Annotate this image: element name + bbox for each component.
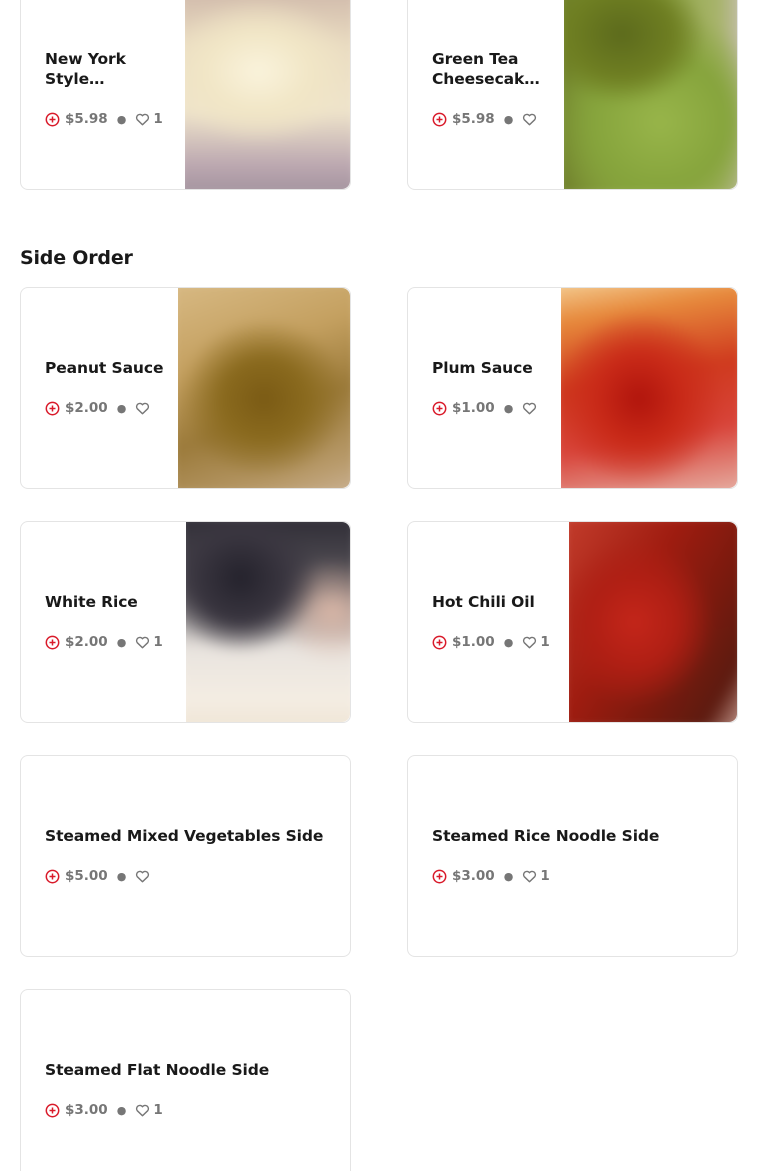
heart-outline-icon[interactable] <box>135 869 150 884</box>
white-rice-photo <box>186 522 350 722</box>
separator-dot: ● <box>116 401 127 415</box>
hot-chili-oil-photo <box>569 522 737 722</box>
separator-dot: ● <box>116 869 127 883</box>
item-name: Plum Sauce <box>432 359 533 377</box>
item-price: $5.98 <box>65 111 108 127</box>
separator-dot: ● <box>116 112 127 126</box>
item-meta: $3.00 ● 1 <box>45 1100 335 1120</box>
item-name: Steamed Rice Noodle Side <box>432 827 660 845</box>
item-price: $3.00 <box>452 868 495 884</box>
peanut-sauce-photo <box>178 288 350 488</box>
item-name: Hot Chili Oil <box>432 593 535 611</box>
heart-outline-icon[interactable] <box>522 869 537 884</box>
item-name: Peanut Sauce <box>45 359 164 377</box>
item-meta: $2.00 ● 1 <box>45 632 165 652</box>
item-price: $2.00 <box>65 400 108 416</box>
heart-outline-icon[interactable] <box>522 112 537 127</box>
menu-item-card[interactable]: Steamed Rice Noodle Side $3.00 ● 1 <box>407 755 738 957</box>
item-price: $2.00 <box>65 634 108 650</box>
item-price: $3.00 <box>65 1102 108 1118</box>
item-name: New York Style… <box>45 50 126 88</box>
like-count: 1 <box>540 634 550 650</box>
item-name: Steamed Mixed Vegetables Side <box>45 827 324 845</box>
separator-dot: ● <box>503 635 514 649</box>
like-count: 1 <box>153 111 163 127</box>
item-price: $5.98 <box>452 111 495 127</box>
item-meta: $1.00 ● 1 <box>432 632 558 652</box>
add-circle-icon[interactable] <box>45 635 60 650</box>
menu-item-card[interactable]: Peanut Sauce $2.00 ● <box>20 287 351 489</box>
add-circle-icon[interactable] <box>45 869 60 884</box>
separator-dot: ● <box>503 869 514 883</box>
heart-outline-icon[interactable] <box>522 401 537 416</box>
add-circle-icon[interactable] <box>45 112 60 127</box>
item-meta: $2.00 ● <box>45 398 165 418</box>
item-price: $1.00 <box>452 400 495 416</box>
item-meta: $3.00 ● 1 <box>432 866 722 886</box>
heart-outline-icon[interactable] <box>135 635 150 650</box>
plum-sauce-photo <box>561 288 737 488</box>
item-name: Steamed Flat Noodle Side <box>45 1061 270 1079</box>
menu-item-card[interactable]: White Rice $2.00 ● 1 <box>20 521 351 723</box>
add-circle-icon[interactable] <box>432 112 447 127</box>
heart-outline-icon[interactable] <box>522 635 537 650</box>
cheesecake-photo <box>185 0 350 189</box>
item-meta: $5.98 ● <box>432 109 558 129</box>
heart-outline-icon[interactable] <box>135 401 150 416</box>
menu-item-card[interactable]: Green Tea Cheesecak… $5.98 ● <box>407 0 738 190</box>
menu-item-card[interactable]: Steamed Mixed Vegetables Side $5.00 ● <box>20 755 351 957</box>
menu-item-card[interactable]: Hot Chili Oil $1.00 ● 1 <box>407 521 738 723</box>
like-count: 1 <box>540 868 550 884</box>
like-count: 1 <box>153 1102 163 1118</box>
item-meta: $5.98 ● 1 <box>45 109 165 129</box>
add-circle-icon[interactable] <box>45 401 60 416</box>
heart-outline-icon[interactable] <box>135 1103 150 1118</box>
add-circle-icon[interactable] <box>45 1103 60 1118</box>
menu-item-card[interactable]: Plum Sauce $1.00 ● <box>407 287 738 489</box>
separator-dot: ● <box>116 1103 127 1117</box>
separator-dot: ● <box>503 401 514 415</box>
add-circle-icon[interactable] <box>432 401 447 416</box>
add-circle-icon[interactable] <box>432 635 447 650</box>
heart-outline-icon[interactable] <box>135 112 150 127</box>
separator-dot: ● <box>116 635 127 649</box>
item-name: White Rice <box>45 593 138 611</box>
item-meta: $1.00 ● <box>432 398 558 418</box>
separator-dot: ● <box>503 112 514 126</box>
section-title: Side Order <box>20 247 133 269</box>
item-price: $1.00 <box>452 634 495 650</box>
item-price: $5.00 <box>65 868 108 884</box>
item-name: Green Tea Cheesecak… <box>432 50 540 88</box>
green-tea-cheesecake-photo <box>564 0 737 189</box>
add-circle-icon[interactable] <box>432 869 447 884</box>
like-count: 1 <box>153 634 163 650</box>
menu-item-card[interactable]: Steamed Flat Noodle Side $3.00 ● 1 <box>20 989 351 1171</box>
menu-item-card[interactable]: New York Style… $5.98 ● 1 <box>20 0 351 190</box>
item-meta: $5.00 ● <box>45 866 335 886</box>
